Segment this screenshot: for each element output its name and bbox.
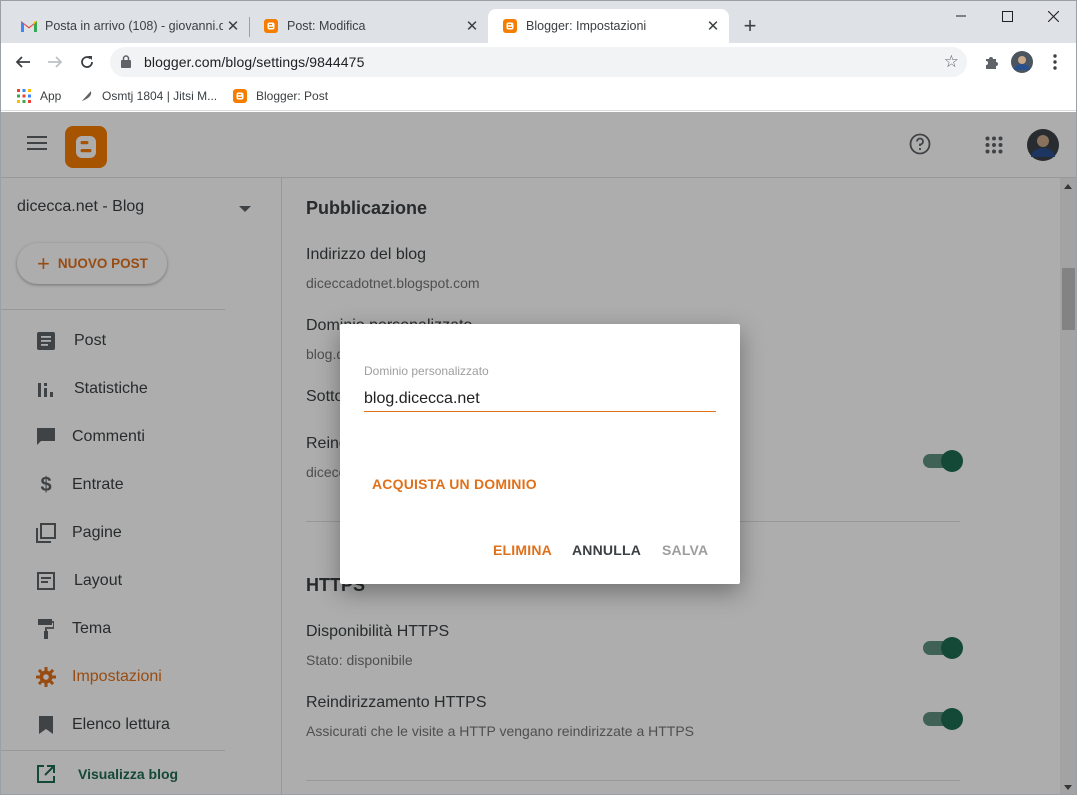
bookmark-jitsi[interactable]: Osmtj 1804 | Jitsi M... <box>78 86 217 106</box>
profile-avatar[interactable] <box>1009 49 1035 75</box>
cancel-button[interactable]: ANNULLA <box>572 542 641 558</box>
save-button[interactable]: SALVA <box>662 542 708 558</box>
close-icon[interactable]: ✕ <box>703 16 723 36</box>
close-icon[interactable]: ✕ <box>462 16 482 36</box>
browser-toolbar: blogger.com/blog/settings/9844475 ☆ <box>1 43 1076 81</box>
browser-window: Posta in arrivo (108) - giovanni.di ✕ Po… <box>0 0 1077 795</box>
tab-label: Posta in arrivo (108) - giovanni.di <box>45 19 223 33</box>
bookmark-blogger-post[interactable]: Blogger: Post <box>232 86 328 106</box>
back-button[interactable] <box>10 49 36 75</box>
close-icon[interactable]: ✕ <box>223 16 243 36</box>
delete-button[interactable]: ELIMINA <box>493 542 552 558</box>
maximize-button[interactable] <box>984 5 1030 27</box>
new-tab-button[interactable]: + <box>738 15 762 39</box>
bookmark-label: Osmtj 1804 | Jitsi M... <box>102 89 218 103</box>
gmail-icon <box>21 18 37 34</box>
extensions-icon[interactable] <box>978 49 1004 75</box>
bookmark-label: App <box>40 89 62 103</box>
dialog-field-label: Dominio personalizzato <box>364 364 489 378</box>
custom-domain-dialog: Dominio personalizzato ACQUISTA UN DOMIN… <box>340 324 740 584</box>
url-text: blogger.com/blog/settings/9844475 <box>144 54 365 70</box>
forward-button[interactable] <box>42 49 68 75</box>
tab-label: Blogger: Impostazioni <box>526 19 647 33</box>
lock-icon <box>121 55 131 73</box>
blogger-icon <box>232 88 248 104</box>
close-window-button[interactable] <box>1030 5 1076 27</box>
feather-icon <box>78 88 94 104</box>
apps-grid-icon <box>16 88 32 104</box>
reload-button[interactable] <box>74 49 100 75</box>
tab-label: Post: Modifica <box>287 19 366 33</box>
blogger-icon <box>502 18 518 34</box>
blogger-icon <box>263 18 279 34</box>
menu-kebab-icon[interactable] <box>1042 49 1068 75</box>
bookmark-label: Blogger: Post <box>256 89 329 103</box>
tab-gmail[interactable]: Posta in arrivo (108) - giovanni.di ✕ <box>1 9 249 43</box>
custom-domain-input[interactable] <box>364 386 716 412</box>
minimize-button[interactable] <box>938 5 984 27</box>
bookmarks-bar: App Osmtj 1804 | Jitsi M... Blogger: Pos… <box>1 81 1076 111</box>
bookmark-star-icon[interactable]: ☆ <box>944 52 959 72</box>
bookmark-app[interactable]: App <box>16 86 61 106</box>
buy-domain-button[interactable]: ACQUISTA UN DOMINIO <box>372 476 537 492</box>
address-bar[interactable]: blogger.com/blog/settings/9844475 ☆ <box>110 47 967 77</box>
tab-blogger-impostazioni[interactable]: Blogger: Impostazioni ✕ <box>488 9 729 43</box>
tab-post-modifica[interactable]: Post: Modifica ✕ <box>243 9 488 43</box>
tab-strip: Posta in arrivo (108) - giovanni.di ✕ Po… <box>1 1 1076 43</box>
